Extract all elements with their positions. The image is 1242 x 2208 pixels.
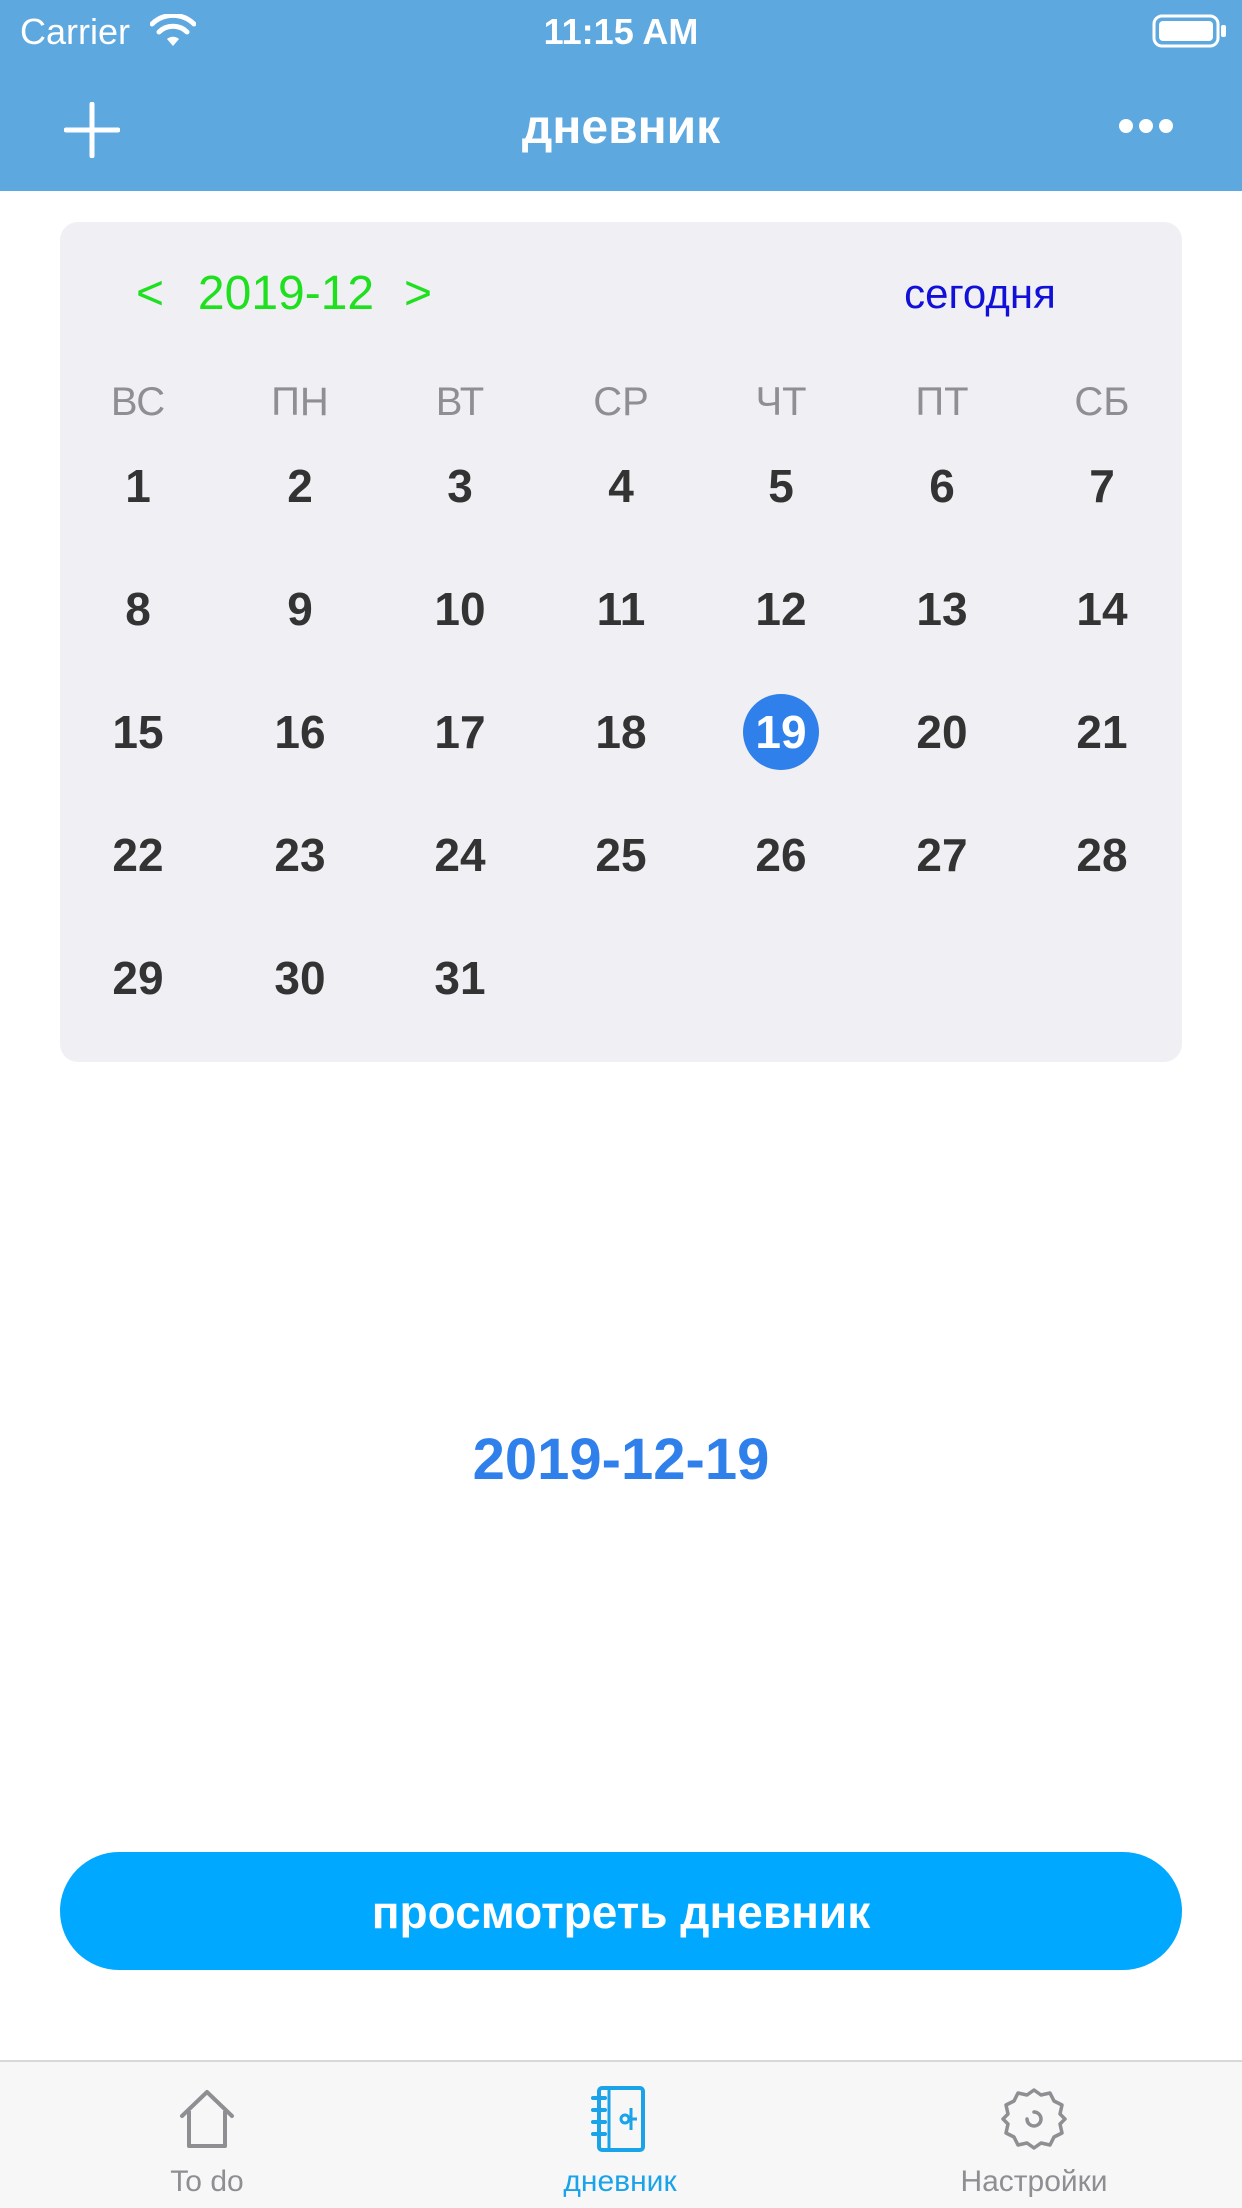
- top-bar: Carrier 11:15 AM дневник: [0, 0, 1242, 191]
- day-cell[interactable]: 17: [422, 694, 498, 770]
- day-cell[interactable]: 14: [1064, 571, 1140, 647]
- tab-todo[interactable]: To do: [57, 2062, 357, 2208]
- day-cell[interactable]: 29: [100, 940, 176, 1016]
- weekday-label: ЧТ: [755, 380, 807, 424]
- weekday-label: СР: [593, 380, 649, 424]
- weekday-label: ПТ: [915, 380, 969, 424]
- next-month-button[interactable]: >: [388, 262, 448, 326]
- day-cell[interactable]: 9: [262, 571, 338, 647]
- gear-icon: [1001, 2088, 1067, 2150]
- weekday-label: ВС: [110, 380, 166, 424]
- day-cell[interactable]: 22: [100, 817, 176, 893]
- previous-month-button[interactable]: <: [120, 262, 180, 326]
- day-cell[interactable]: 13: [904, 571, 980, 647]
- day-cell[interactable]: 10: [422, 571, 498, 647]
- page-title: дневник: [521, 101, 721, 154]
- status-time: 11:15 AM: [543, 11, 699, 52]
- today-button[interactable]: сегодня: [860, 262, 1100, 326]
- day-cell[interactable]: 31: [422, 940, 498, 1016]
- day-cell[interactable]: 11: [583, 571, 659, 647]
- day-cell[interactable]: 25: [583, 817, 659, 893]
- selected-date: 2019-12-19: [472, 1427, 770, 1492]
- day-cell[interactable]: 28: [1064, 817, 1140, 893]
- view-diary-button[interactable]: просмотреть дневник: [60, 1852, 1182, 1970]
- day-cell[interactable]: 12: [743, 571, 819, 647]
- day-cell[interactable]: 6: [904, 448, 980, 524]
- tab-diary-label: дневник: [563, 2165, 677, 2198]
- day-cell[interactable]: 16: [262, 694, 338, 770]
- tab-diary[interactable]: дневник: [470, 2062, 770, 2208]
- day-cell[interactable]: 23: [262, 817, 338, 893]
- diary-screen: Carrier 11:15 AM дневник < 2019-12 > сег…: [0, 0, 1242, 2208]
- day-cell[interactable]: 1: [100, 448, 176, 524]
- day-cell[interactable]: 8: [100, 571, 176, 647]
- weekday-label: ВТ: [435, 380, 485, 424]
- tab-todo-label: To do: [170, 2165, 244, 2198]
- weekday-header: ВС ПН ВТ СР ЧТ ПТ СБ: [60, 372, 1182, 432]
- day-cell[interactable]: 7: [1064, 448, 1140, 524]
- more-options-button[interactable]: [1106, 104, 1186, 148]
- day-cell[interactable]: 30: [262, 940, 338, 1016]
- calendar: < 2019-12 > сегодня ВС ПН ВТ СР ЧТ ПТ СБ 12345…: [60, 222, 1182, 1062]
- month-label: 2019-12: [197, 267, 375, 320]
- day-cell[interactable]: 26: [743, 817, 819, 893]
- day-cell[interactable]: 20: [904, 694, 980, 770]
- notebook-icon: [591, 2086, 645, 2152]
- day-cell[interactable]: 4: [583, 448, 659, 524]
- day-cell[interactable]: 18: [583, 694, 659, 770]
- ellipsis-icon: [1119, 119, 1173, 133]
- day-cell[interactable]: 27: [904, 817, 980, 893]
- tab-settings[interactable]: Настройки: [884, 2062, 1184, 2208]
- selected-day-cell[interactable]: 19: [743, 694, 819, 770]
- weekday-label: СБ: [1074, 380, 1130, 424]
- day-cell[interactable]: 15: [100, 694, 176, 770]
- plus-icon: [64, 102, 120, 158]
- day-cell[interactable]: 2: [262, 448, 338, 524]
- day-cell[interactable]: 21: [1064, 694, 1140, 770]
- add-entry-button[interactable]: [56, 94, 128, 166]
- day-cell[interactable]: 3: [422, 448, 498, 524]
- battery-icon: [1152, 14, 1226, 48]
- tab-settings-label: Настройки: [960, 2165, 1108, 2198]
- tab-bar: To do дневник Настройки: [0, 2060, 1242, 2208]
- weekday-label: ПН: [271, 380, 329, 424]
- day-cell[interactable]: 24: [422, 817, 498, 893]
- day-cell[interactable]: 5: [743, 448, 819, 524]
- house-icon: [180, 2090, 234, 2148]
